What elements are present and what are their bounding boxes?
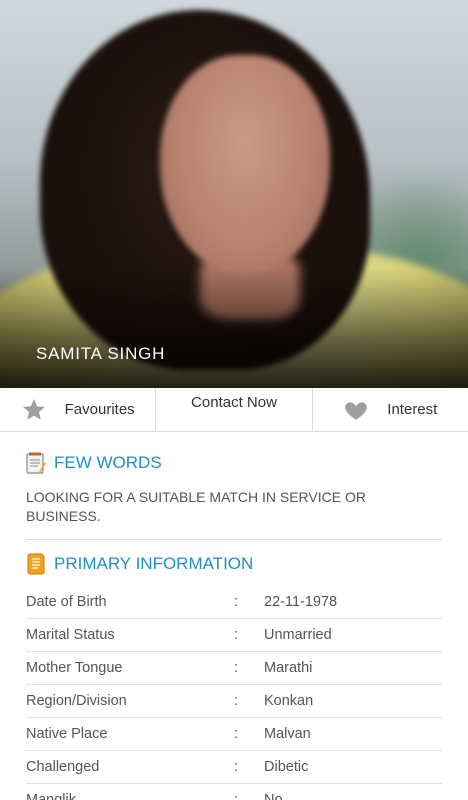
- heart-icon: [343, 397, 369, 423]
- info-value: Unmarried: [264, 627, 332, 643]
- profile-photo: SAMITA SINGH: [0, 0, 468, 388]
- favourites-label: Favourites: [64, 401, 135, 418]
- interest-label: Interest: [387, 401, 438, 418]
- primary-info-title: PRIMARY INFORMATION: [54, 554, 254, 573]
- info-row: Date of Birth : 22-11-1978: [26, 586, 442, 619]
- info-row: Native Place : Malvan: [26, 718, 442, 751]
- info-label: Native Place: [26, 726, 108, 742]
- few-words-header: FEW WORDS: [26, 452, 162, 474]
- document-icon: [26, 553, 46, 575]
- info-label: Region/Division: [26, 693, 127, 709]
- info-value: Dibetic: [264, 759, 309, 775]
- photo-gradient-overlay: [0, 268, 468, 388]
- info-value: Konkan: [264, 693, 314, 709]
- info-separator: :: [234, 792, 239, 800]
- info-row: Region/Division : Konkan: [26, 685, 442, 718]
- info-label: Marital Status: [26, 627, 115, 643]
- info-separator: :: [234, 594, 239, 610]
- info-row: Manglik : No: [26, 784, 442, 800]
- info-value: 22-11-1978: [264, 594, 338, 610]
- contact-now-button[interactable]: Contact Now: [156, 388, 313, 431]
- primary-info-header: PRIMARY INFORMATION: [26, 553, 253, 575]
- info-value: Malvan: [264, 726, 311, 742]
- primary-info-table: Date of Birth : 22-11-1978 Marital Statu…: [26, 586, 442, 800]
- info-label: Mother Tongue: [26, 660, 123, 676]
- info-value: Marathi: [264, 660, 313, 676]
- info-separator: :: [234, 759, 239, 775]
- info-row: Challenged : Dibetic: [26, 751, 442, 784]
- info-label: Challenged: [26, 759, 100, 775]
- info-label: Manglik: [26, 792, 76, 800]
- info-value: No: [264, 792, 283, 800]
- interest-button[interactable]: Interest: [313, 388, 468, 431]
- info-row: Mother Tongue : Marathi: [26, 652, 442, 685]
- favourites-button[interactable]: Favourites: [0, 388, 157, 431]
- section-divider: [26, 539, 442, 540]
- info-separator: :: [234, 693, 239, 709]
- few-words-text: LOOKING FOR A SUITABLE MATCH IN SERVICE …: [26, 489, 366, 524]
- info-separator: :: [234, 660, 239, 676]
- profile-name: SAMITA SINGH: [36, 344, 166, 363]
- info-row: Marital Status : Unmarried: [26, 619, 442, 652]
- photo-face: [160, 55, 330, 275]
- info-separator: :: [234, 726, 239, 742]
- contact-now-label: Contact Now: [191, 394, 277, 411]
- info-label: Date of Birth: [26, 594, 107, 610]
- action-bar: Favourites Contact Now Interest: [0, 388, 468, 432]
- few-words-title: FEW WORDS: [54, 453, 162, 472]
- info-separator: :: [234, 627, 239, 643]
- star-icon: [21, 397, 47, 423]
- notepad-icon: [26, 452, 46, 474]
